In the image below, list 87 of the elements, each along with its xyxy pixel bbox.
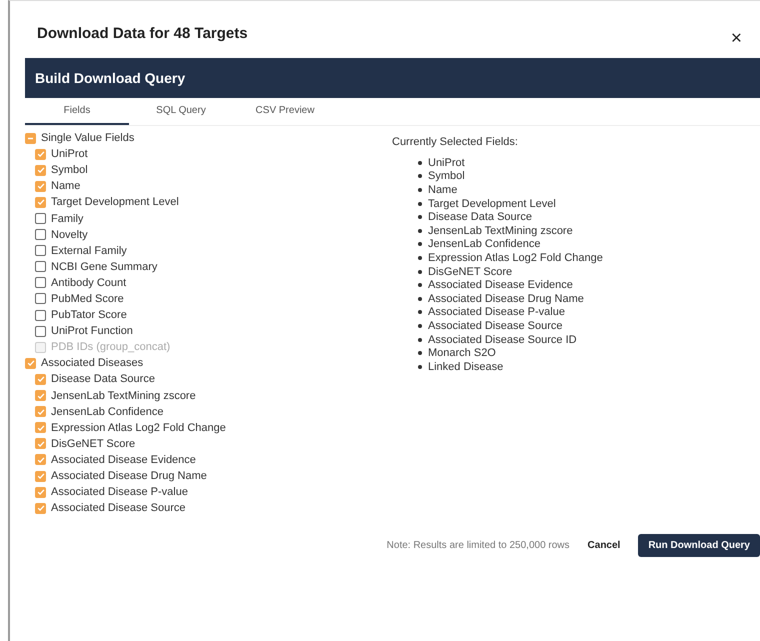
selected-fields-title: Currently Selected Fields: <box>392 136 519 148</box>
bullet-icon <box>418 256 422 260</box>
selected-field: Name <box>428 184 458 196</box>
bullet-icon <box>418 215 422 220</box>
field-label: Expression Atlas Log2 Fold Change <box>51 422 226 434</box>
selected-field: Disease Data Source <box>428 211 532 224</box>
field-label: Family <box>51 212 84 225</box>
selected-field: Target Development Level <box>428 198 556 210</box>
bullet-icon <box>418 202 422 206</box>
checkbox[interactable] <box>35 406 46 418</box>
checkbox[interactable] <box>35 438 46 450</box>
selected-field: UniProt <box>428 156 465 169</box>
field-label: Associated Disease Source <box>51 502 186 514</box>
bullet-icon <box>418 364 422 369</box>
checkbox[interactable] <box>35 245 46 256</box>
selected-field: Linked Disease <box>428 360 504 373</box>
field-label: JensenLab TextMining zscore <box>51 390 196 402</box>
field-label: Novelty <box>51 228 88 241</box>
selected-field: DisGeNET Score <box>428 266 512 278</box>
bullet-icon <box>418 338 422 342</box>
field-label: DisGeNET Score <box>51 438 136 450</box>
close-button[interactable]: × <box>730 29 742 48</box>
field-label: External Family <box>51 244 127 257</box>
bullet-icon <box>418 242 422 246</box>
checkbox[interactable] <box>35 277 46 288</box>
field-label: PDB IDs (group_concat) <box>51 341 170 354</box>
dialog-title: Download Data for 48 Targets <box>37 25 248 42</box>
selected-field: Expression Atlas Log2 Fold Change <box>428 252 603 264</box>
field-label: UniProt <box>51 148 88 160</box>
checkbox[interactable] <box>35 486 46 498</box>
selected-field: JensenLab TextMining zscore <box>428 224 573 237</box>
tab[interactable]: CSV Preview <box>233 98 337 125</box>
checkbox[interactable] <box>35 470 46 482</box>
group-label: Associated Diseases <box>41 357 144 370</box>
tab[interactable]: SQL Query <box>129 98 233 125</box>
tab[interactable]: Fields <box>25 98 129 125</box>
checkbox[interactable] <box>35 229 46 240</box>
checkbox[interactable] <box>35 326 46 337</box>
selected-field: Associated Disease P-value <box>428 306 565 318</box>
checkbox[interactable] <box>35 261 46 272</box>
field-label: NCBI Gene Summary <box>51 260 158 273</box>
bullet-icon <box>418 324 422 328</box>
checkbox[interactable] <box>35 213 46 224</box>
field-label: Associated Disease Drug Name <box>51 470 207 482</box>
field-label: Target Development Level <box>51 196 179 208</box>
checkbox[interactable] <box>35 164 46 176</box>
selected-field: Associated Disease Source <box>428 320 563 332</box>
bullet-icon <box>418 296 422 301</box>
group-label: Single Value Fields <box>41 132 134 144</box>
field-label: Symbol <box>51 164 88 176</box>
bullet-icon <box>418 160 422 165</box>
bullet-icon <box>418 310 422 314</box>
field-label: Associated Disease Evidence <box>51 454 196 466</box>
run-query-button[interactable]: Run Download Query <box>638 534 760 557</box>
selected-field: Monarch S2O <box>428 347 496 360</box>
checkbox[interactable] <box>35 390 46 402</box>
checkbox[interactable] <box>35 374 46 385</box>
selected-field: JensenLab Confidence <box>428 238 541 250</box>
selected-field: Associated Disease Drug Name <box>428 292 584 305</box>
field-label: JensenLab Confidence <box>51 406 164 418</box>
bullet-icon <box>418 228 422 233</box>
selected-field: Associated Disease Evidence <box>428 279 573 292</box>
cancel-button[interactable]: Cancel <box>584 536 624 555</box>
field-label: Disease Data Source <box>51 373 155 386</box>
limit-note: Note: Results are limited to 250,000 rows <box>386 540 570 551</box>
checkbox[interactable] <box>35 293 46 304</box>
checkbox[interactable] <box>35 148 46 160</box>
bullet-icon <box>418 351 422 356</box>
checkbox[interactable] <box>35 502 46 514</box>
bullet-icon <box>418 270 422 274</box>
checkbox[interactable] <box>35 454 46 466</box>
field-label: UniProt Function <box>51 325 133 338</box>
field-label: Antibody Count <box>51 276 126 289</box>
field-label: Name <box>51 180 80 192</box>
checkbox[interactable] <box>35 180 46 192</box>
selected-field: Symbol <box>428 170 465 182</box>
bullet-icon <box>418 174 422 178</box>
header-title: Build Download Query <box>35 70 186 86</box>
checkbox[interactable] <box>35 310 46 321</box>
selected-field: Associated Disease Source ID <box>428 334 577 346</box>
bullet-icon <box>418 283 422 288</box>
checkbox[interactable] <box>35 422 46 434</box>
checkbox[interactable] <box>35 196 46 208</box>
field-label: Associated Disease P-value <box>51 486 188 498</box>
field-label: PubTator Score <box>51 309 127 322</box>
bullet-icon <box>418 188 422 192</box>
field-label: PubMed Score <box>51 292 124 305</box>
